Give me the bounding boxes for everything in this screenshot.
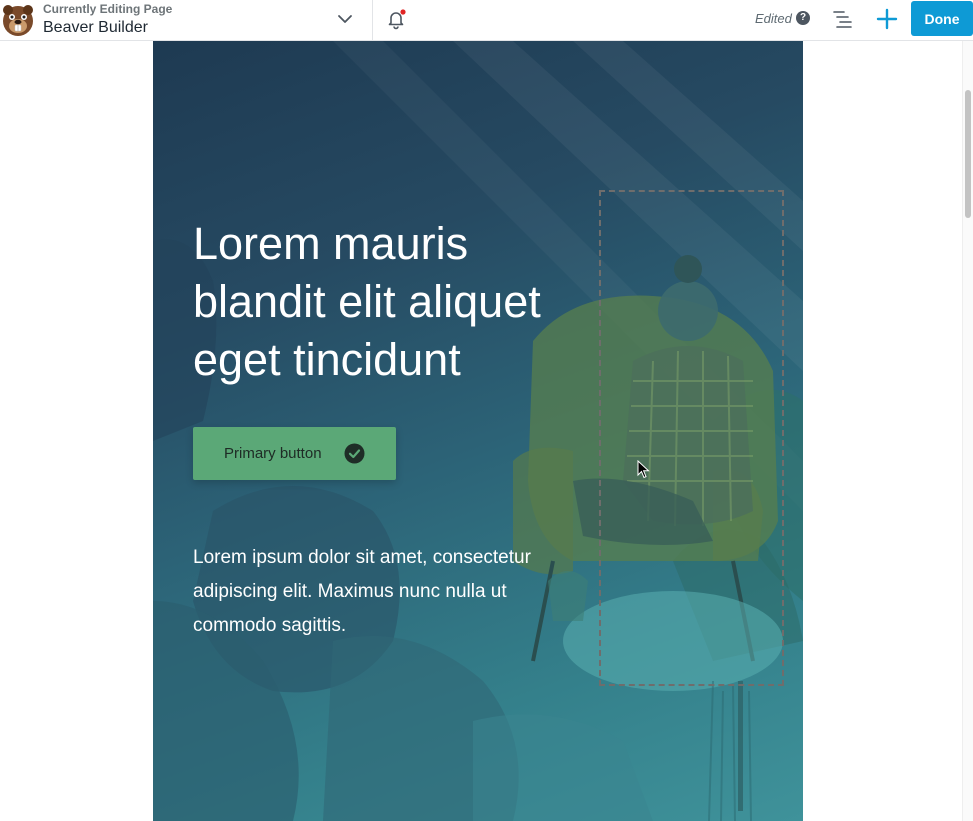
outline-list-icon[interactable] [832,9,854,29]
builder-toolbar: Currently Editing Page Beaver Builder Ed… [0,0,973,41]
empty-column-drop-zone[interactable] [599,190,784,686]
beaver-logo-icon[interactable] [0,2,36,38]
notification-dot [400,9,406,15]
mouse-cursor-icon [637,460,650,479]
help-icon[interactable]: ? [796,11,810,25]
page-title: Beaver Builder [43,19,148,36]
primary-button-label: Primary button [224,445,322,462]
toolbar-divider [372,0,373,41]
page-subtitle: Currently Editing Page [43,2,173,16]
edit-status: Edited [755,11,792,26]
done-button[interactable]: Done [911,1,973,36]
hero-heading: Lorem mauris blandit elit aliquet eget t… [193,218,541,385]
hero-row[interactable]: Lorem mauris blandit elit aliquet eget t… [153,41,803,821]
hero-body-text: Lorem ipsum dolor sit amet, consectetur … [193,547,531,636]
plus-icon[interactable] [876,8,898,30]
check-circle-icon [344,443,365,464]
page-info[interactable]: Currently Editing Page Beaver Builder [43,2,172,38]
bell-icon[interactable] [385,8,407,30]
chevron-down-icon[interactable] [336,10,354,28]
primary-button[interactable]: Primary button [193,427,396,480]
scrollbar-thumb[interactable] [965,90,971,218]
